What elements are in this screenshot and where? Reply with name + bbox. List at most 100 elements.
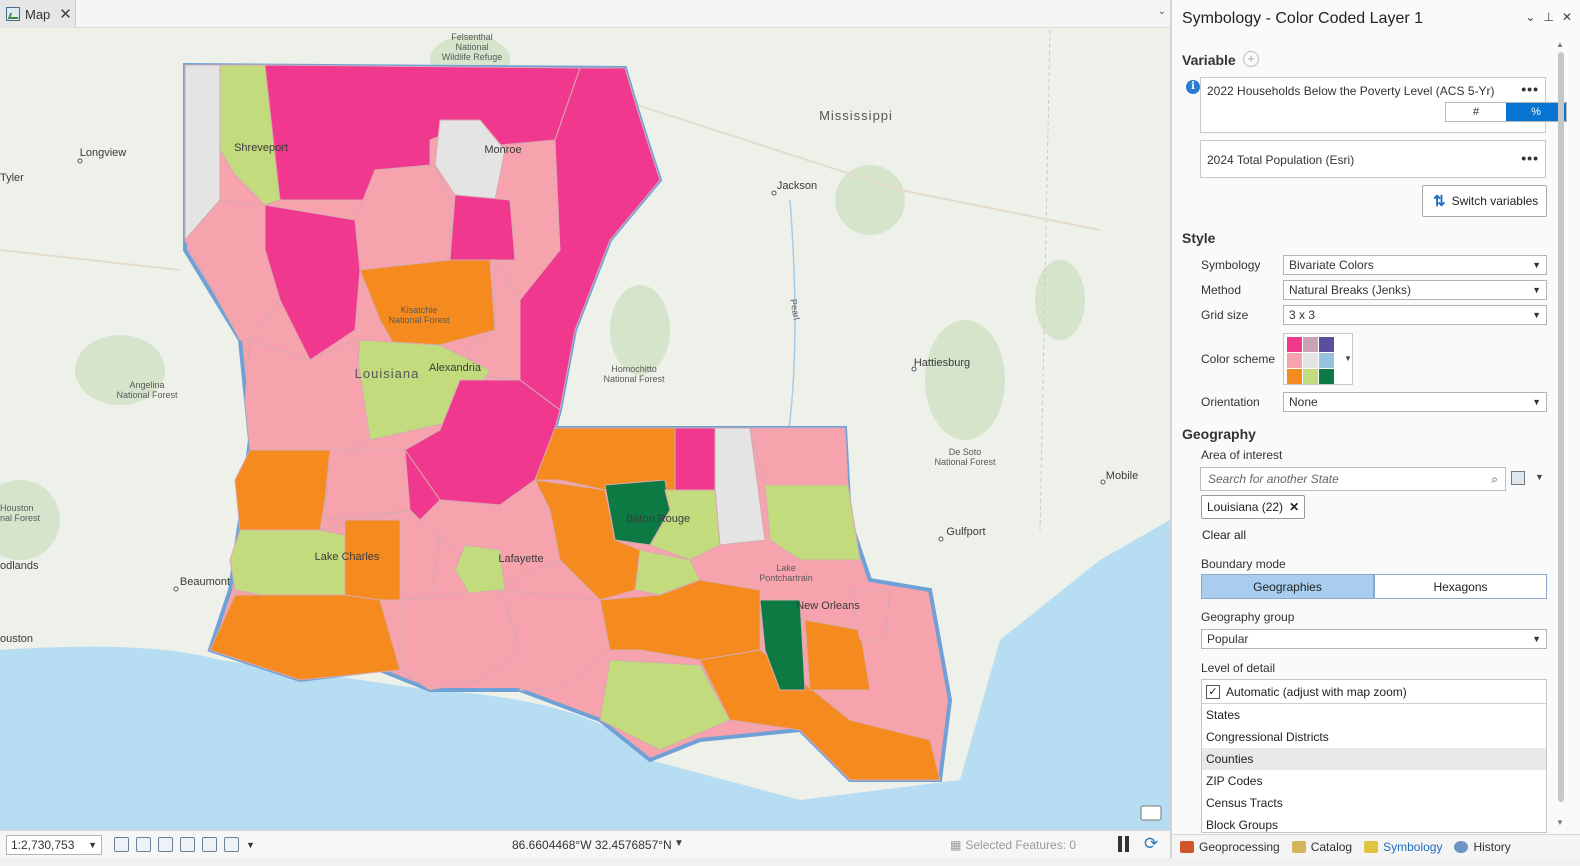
label-houston: ouston xyxy=(0,633,33,645)
label-longview: Longview xyxy=(80,147,127,159)
color-swatch xyxy=(1303,337,1318,352)
variable-1-label[interactable]: 2022 Households Below the Poverty Level … xyxy=(1207,84,1494,98)
add-variable-icon[interactable]: + xyxy=(1243,51,1259,67)
area-of-interest-chip[interactable]: Louisiana (22) ✕ xyxy=(1201,495,1306,519)
geography-section-title: Geography xyxy=(1182,426,1256,442)
search-icon[interactable]: ⌕ xyxy=(1491,472,1498,487)
chevron-down-icon[interactable]: ▼ xyxy=(1535,472,1544,482)
scroll-up-icon[interactable]: ▲ xyxy=(1556,40,1564,49)
symbology-pane: Symbology - Color Coded Layer 1 ⌄ ⊥ ✕ Va… xyxy=(1170,0,1580,858)
lod-item-block-groups[interactable]: Block Groups xyxy=(1202,814,1546,832)
label-kisatchie-2: National Forest xyxy=(388,315,450,325)
level-of-detail-label: Level of detail xyxy=(1201,661,1276,675)
map-tab[interactable]: Map ✕ xyxy=(0,0,76,28)
lod-item-states[interactable]: States xyxy=(1202,704,1546,726)
style-section-title: Style xyxy=(1182,230,1216,246)
label-felsenthal-1: Felsenthal xyxy=(451,32,493,42)
scroll-down-icon[interactable]: ▼ xyxy=(1556,818,1564,827)
hexagons-option[interactable]: Hexagons xyxy=(1374,574,1547,599)
chevron-down-icon[interactable]: ▼ xyxy=(674,838,684,849)
clear-all-link[interactable]: Clear all xyxy=(1202,528,1246,542)
orientation-value: None xyxy=(1289,395,1318,409)
select-on-map-icon[interactable] xyxy=(1511,471,1525,485)
chevron-down-icon: ▼ xyxy=(1532,397,1541,407)
scale-dropdown[interactable]: 1:2,730,753 ▼ xyxy=(6,834,102,855)
tab-catalog-label: Catalog xyxy=(1310,839,1353,854)
symbology-value: Bivariate Colors xyxy=(1289,258,1374,272)
label-jackson: Jackson xyxy=(777,180,817,192)
variable-2-box: 2024 Total Population (Esri) ••• xyxy=(1200,140,1546,178)
refresh-icon[interactable]: ⟳ xyxy=(1144,834,1158,854)
pane-title: Symbology - Color Coded Layer 1 xyxy=(1182,10,1424,27)
swap-icon: ⇅ xyxy=(1433,193,1446,210)
chevron-down-icon[interactable]: ▼ xyxy=(246,840,255,850)
rotate-icon[interactable] xyxy=(224,837,239,852)
map-tab-bar: Map ✕ ⌄ xyxy=(0,0,1170,28)
selected-features-label: Selected Features: 0 xyxy=(965,838,1077,852)
grid-size-select[interactable]: 3 x 3 ▼ xyxy=(1283,305,1547,325)
direction-icon[interactable] xyxy=(202,837,217,852)
scrollbar-thumb[interactable] xyxy=(1558,52,1564,802)
close-icon[interactable]: ✕ xyxy=(1562,10,1572,24)
tab-geoprocessing-label: Geoprocessing xyxy=(1199,839,1280,854)
chevron-down-icon[interactable]: ⌄ xyxy=(1525,10,1535,24)
tab-catalog[interactable]: Catalog xyxy=(1291,839,1353,854)
navigate-icon[interactable] xyxy=(158,837,173,852)
chevron-down-icon[interactable]: ⌄ xyxy=(1158,6,1166,17)
method-value: Natural Breaks (Jenks) xyxy=(1289,283,1412,297)
area-of-interest-label: Area of interest xyxy=(1201,448,1283,462)
checkbox-checked[interactable]: ✓ xyxy=(1206,684,1220,699)
selected-features[interactable]: ▦ Selected Features: 0 xyxy=(950,838,1076,852)
color-swatch xyxy=(1303,369,1318,384)
pane-scrollbar[interactable]: ▲ ▼ xyxy=(1555,40,1565,840)
count-toggle[interactable]: # xyxy=(1446,103,1506,121)
tab-history[interactable]: History xyxy=(1454,840,1511,854)
pin-icon[interactable]: ⊥ xyxy=(1543,10,1553,24)
area-of-interest-search[interactable]: Search for another State ⌕ xyxy=(1200,467,1506,491)
map-tab-label: Map xyxy=(25,6,51,22)
lod-item-census-tracts[interactable]: Census Tracts xyxy=(1202,792,1546,814)
method-select[interactable]: Natural Breaks (Jenks) ▼ xyxy=(1283,280,1547,300)
more-icon[interactable]: ••• xyxy=(1521,81,1539,97)
level-of-detail-list: ✓ Automatic (adjust with map zoom) State… xyxy=(1201,679,1547,833)
tab-geoprocessing[interactable]: Geoprocessing xyxy=(1180,840,1280,854)
orientation-select[interactable]: None ▼ xyxy=(1283,392,1547,412)
snapping-icon[interactable] xyxy=(180,837,195,852)
symbology-label: Symbology xyxy=(1201,258,1261,272)
geography-group-select[interactable]: Popular ▼ xyxy=(1201,629,1547,649)
switch-variables-button[interactable]: ⇅ Switch variables xyxy=(1422,185,1547,217)
close-icon[interactable]: ✕ xyxy=(59,7,72,22)
arcgis-pro-window: Map ✕ ⌄ Felsenthal National Wildlife Ref… xyxy=(0,0,1580,866)
label-homochitto-1: Homochitto xyxy=(611,364,657,374)
label-homochitto-2: National Forest xyxy=(603,374,665,384)
label-lake-charles: Lake Charles xyxy=(315,551,380,563)
label-desoto-1: De Soto xyxy=(949,447,982,457)
close-icon[interactable]: ✕ xyxy=(1289,500,1299,514)
map-canvas[interactable]: Felsenthal National Wildlife Refuge Miss… xyxy=(0,28,1170,830)
label-gulfport: Gulfport xyxy=(946,526,985,538)
lod-item-congressional-districts[interactable]: Congressional Districts xyxy=(1202,726,1546,748)
lod-item-counties[interactable]: Counties xyxy=(1202,748,1546,770)
info-icon[interactable]: i xyxy=(1186,80,1200,94)
symbology-select[interactable]: Bivariate Colors ▼ xyxy=(1283,255,1547,275)
automatic-lod-checkbox-row[interactable]: ✓ Automatic (adjust with map zoom) xyxy=(1202,680,1546,704)
map-legend-toggle xyxy=(1140,805,1162,821)
label-angelina-2: National Forest xyxy=(116,390,178,400)
pause-button[interactable] xyxy=(1118,836,1132,852)
label-lake-pontchartrain-1: Lake xyxy=(776,563,796,573)
add-map-icon[interactable] xyxy=(114,837,129,852)
variable-2-label[interactable]: 2024 Total Population (Esri) xyxy=(1207,153,1354,167)
dock-tabs: Geoprocessing Catalog Symbology History xyxy=(1172,834,1580,858)
color-scheme-picker[interactable]: ▼ xyxy=(1283,333,1353,385)
grid-size-label: Grid size xyxy=(1201,308,1249,322)
tab-symbology[interactable]: Symbology xyxy=(1364,840,1442,854)
label-desoto-2: National Forest xyxy=(934,457,996,467)
map-tools: ▼ xyxy=(114,837,255,852)
lod-item-zip-codes[interactable]: ZIP Codes xyxy=(1202,770,1546,792)
geographies-option[interactable]: Geographies xyxy=(1201,574,1374,599)
grid-icon[interactable] xyxy=(136,837,151,852)
label-alexandria: Alexandria xyxy=(429,362,482,374)
selection-icon: ▦ xyxy=(950,838,962,852)
more-icon[interactable]: ••• xyxy=(1521,150,1539,166)
label-felsenthal-3: Wildlife Refuge xyxy=(442,52,503,62)
